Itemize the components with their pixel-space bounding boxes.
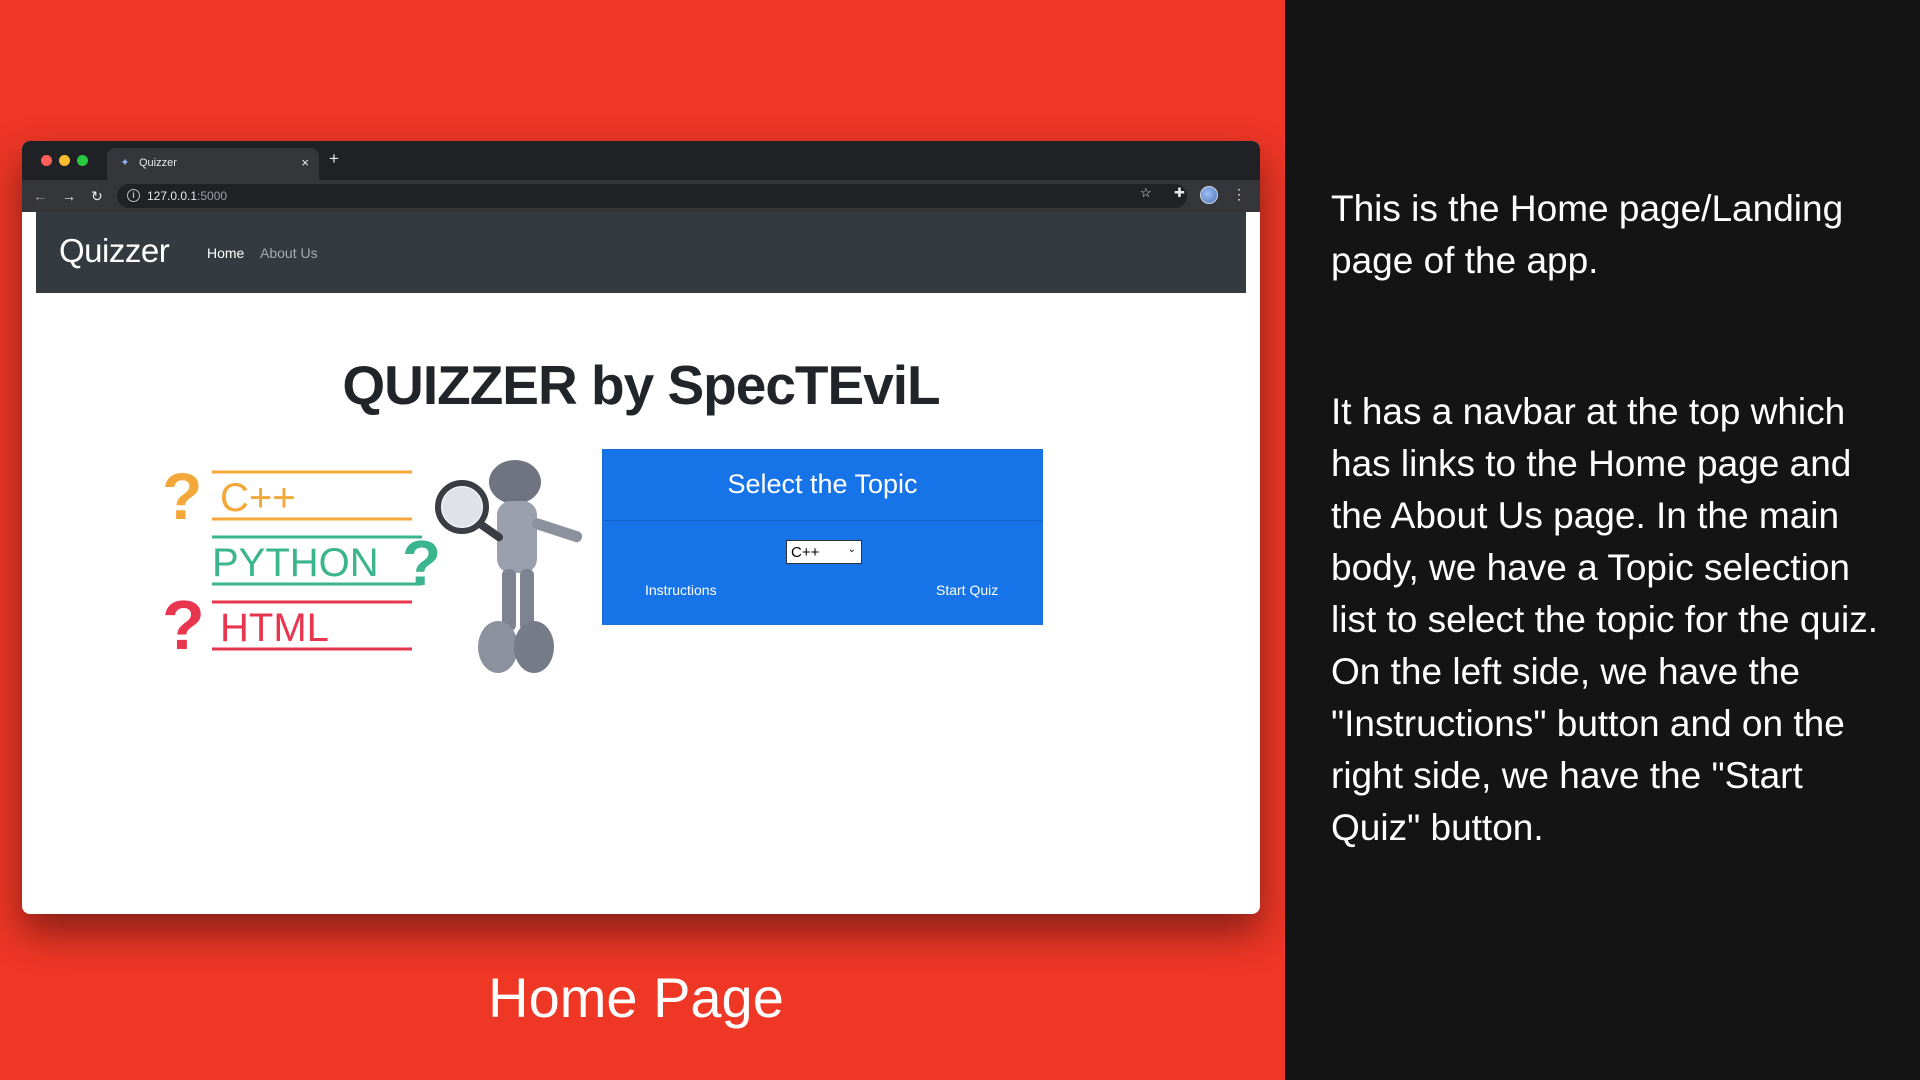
star-icon[interactable]: ☆ [1140,186,1152,200]
navbar-brand[interactable]: Quizzer [59,232,170,270]
topic-select[interactable]: C++ ⌄ [786,540,862,564]
instructions-button[interactable]: Instructions [645,582,717,598]
close-window-button[interactable] [41,155,52,166]
cpp-text: C++ [220,476,296,520]
url-host: 127.0.0.1 [147,189,198,203]
address-bar[interactable]: i 127.0.0.1:5000 [117,184,1187,208]
browser-toolbar: ← → ↻ i 127.0.0.1:5000 ☆ ✚ ⋮ [22,180,1260,212]
svg-text:?: ? [402,527,441,599]
python-label-graphic: PYTHON ? [212,527,441,599]
tab-bar: ✦ Quizzer × + [22,141,1260,180]
selected-topic: C++ [791,544,820,561]
tab-title: Quizzer [139,157,177,169]
card-header: Select the Topic [603,450,1042,521]
menu-icon[interactable]: ⋮ [1232,186,1246,202]
nav-link-about[interactable]: About Us [260,245,318,261]
html-text: HTML [220,606,329,650]
card-title: Select the Topic [727,469,918,499]
reload-icon[interactable]: ↻ [91,187,103,205]
topic-card: Select the Topic C++ ⌄ Instructions Star… [602,449,1043,625]
page-title: QUIZZER by SpecTEviL [342,354,940,416]
profile-icon[interactable] [1200,186,1218,204]
browser-tab[interactable]: ✦ Quizzer × [107,148,319,180]
browser-window: ✦ Quizzer × + ← → ↻ i 127.0.0.1:5000 ☆ ✚… [22,141,1260,914]
maximize-window-button[interactable] [77,155,88,166]
description-text: This is the Home page/Landing page of th… [1331,183,1891,854]
info-icon[interactable]: i [127,189,140,202]
cpp-label-graphic: ? C++ [162,459,412,533]
nav-link-home[interactable]: Home [207,245,244,261]
minimize-window-button[interactable] [59,155,70,166]
site-navbar: Quizzer Home About Us [36,212,1246,293]
close-icon[interactable]: × [301,155,309,170]
plus-icon[interactable]: + [329,150,339,168]
hero-illustration: ? C++ PYTHON ? ? HTML [162,459,583,673]
description-paragraph-1: This is the Home page/Landing page of th… [1331,188,1844,281]
robot-graphic [435,460,583,673]
chevron-down-icon: ⌄ [847,544,856,555]
description-paragraph-2: It has a navbar at the top which has lin… [1331,391,1879,848]
svg-text:?: ? [162,459,202,533]
slide-caption: Home Page [488,966,784,1029]
html-label-graphic: ? HTML [162,586,412,664]
python-text: PYTHON [212,541,379,585]
forward-icon[interactable]: → [62,187,76,205]
url-text: 127.0.0.1:5000 [147,189,227,203]
back-icon[interactable]: ← [33,187,47,205]
url-port: :5000 [197,189,228,203]
extensions-icon[interactable]: ✚ [1174,186,1185,200]
svg-text:?: ? [162,586,205,664]
favicon-icon: ✦ [120,157,130,169]
start-quiz-button[interactable]: Start Quiz [936,582,998,598]
